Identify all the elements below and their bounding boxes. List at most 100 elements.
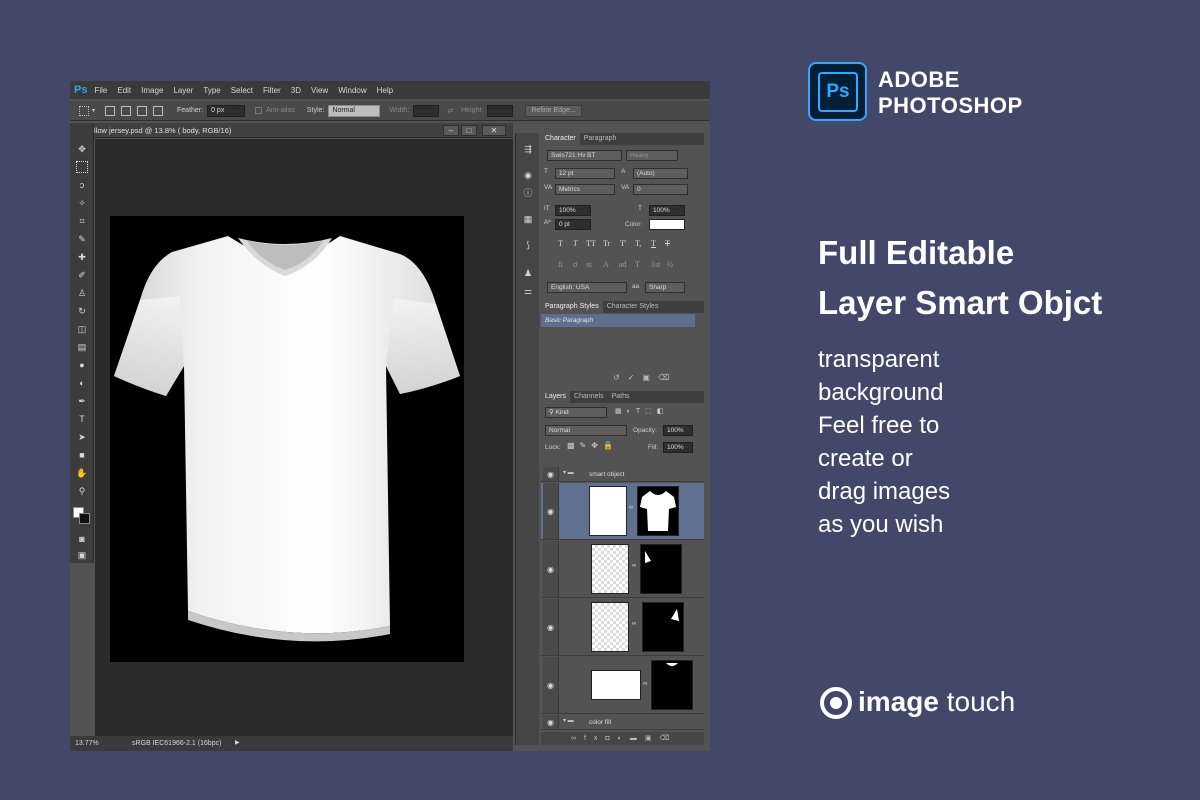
tab-paths[interactable]: Paths bbox=[608, 391, 634, 403]
subscript-button[interactable]: T, bbox=[635, 239, 641, 248]
layer-row-4[interactable]: ◉ ∞ bbox=[541, 657, 704, 714]
add-selection-icon[interactable] bbox=[121, 105, 132, 116]
paragraph-style-item[interactable]: Basic Paragraph bbox=[541, 314, 695, 327]
new-selection-icon[interactable] bbox=[105, 105, 116, 116]
hand-tool-icon[interactable]: ✋ bbox=[76, 467, 88, 479]
marquee-tool-icon[interactable] bbox=[76, 161, 88, 173]
ordinals-button[interactable]: 1st bbox=[651, 260, 660, 269]
properties-panel-icon[interactable]: ⚌ bbox=[522, 285, 534, 297]
subtract-selection-icon[interactable] bbox=[137, 105, 148, 116]
intersect-selection-icon[interactable] bbox=[153, 105, 164, 116]
menu-filter[interactable]: Filter bbox=[263, 86, 281, 95]
blur-tool-icon[interactable]: ● bbox=[76, 359, 88, 371]
maximize-button[interactable]: □ bbox=[461, 125, 477, 136]
eye-icon[interactable]: ◉ bbox=[543, 541, 559, 597]
faux-italic-button[interactable]: T bbox=[573, 239, 577, 248]
pen-tool-icon[interactable]: ✒ bbox=[76, 395, 88, 407]
menu-image[interactable]: Image bbox=[141, 86, 163, 95]
clone-source-icon[interactable]: ♟ bbox=[522, 267, 534, 279]
eye-icon[interactable]: ◉ bbox=[543, 467, 559, 481]
eye-icon[interactable]: ◉ bbox=[543, 483, 559, 539]
tab-channels[interactable]: Channels bbox=[570, 391, 608, 403]
brush-presets-icon[interactable]: ⟆ bbox=[522, 239, 534, 251]
blend-mode-select[interactable]: Normal bbox=[545, 425, 627, 436]
paragraph-styles-footer-icons[interactable]: ↺✓▣⌫ bbox=[613, 373, 677, 382]
clone-stamp-icon[interactable]: ♙ bbox=[76, 287, 88, 299]
ornaments-button[interactable]: T bbox=[635, 260, 640, 269]
history-panel-icon[interactable]: ⇶ bbox=[522, 143, 534, 155]
path-selection-icon[interactable]: ➤ bbox=[76, 431, 88, 443]
lasso-tool-icon[interactable]: ↄ bbox=[76, 179, 88, 191]
font-family-select[interactable]: Swis721 Hv BT bbox=[547, 150, 622, 161]
brush-tool-icon[interactable]: ✐ bbox=[76, 269, 88, 281]
tab-paragraph[interactable]: Paragraph bbox=[580, 133, 621, 145]
canvas[interactable] bbox=[110, 216, 464, 662]
tab-character[interactable]: Character bbox=[541, 133, 580, 145]
history-brush-icon[interactable]: ↻ bbox=[76, 305, 88, 317]
canvas-workspace[interactable] bbox=[95, 139, 513, 736]
swatches-panel-icon[interactable]: ▦ bbox=[522, 213, 534, 225]
layer-group-color-fill[interactable]: ◉ ▾ ▬ color fill bbox=[541, 715, 704, 730]
all-caps-button[interactable]: TT bbox=[586, 239, 596, 248]
baseline-shift-input[interactable]: 0 pt bbox=[555, 219, 591, 230]
small-caps-button[interactable]: Tr bbox=[603, 239, 610, 248]
fill-input[interactable]: 100% bbox=[663, 442, 693, 453]
rectangle-tool-icon[interactable]: ■ bbox=[76, 449, 88, 461]
adjustments-panel-icon[interactable]: ◉ bbox=[522, 169, 534, 181]
status-arrow-icon[interactable]: ▶ bbox=[235, 736, 240, 751]
opacity-input[interactable]: 100% bbox=[663, 425, 693, 436]
tab-character-styles[interactable]: Character Styles bbox=[603, 301, 663, 313]
crop-tool-icon[interactable]: ⌗ bbox=[76, 215, 88, 227]
zoom-tool-icon[interactable]: ⚲ bbox=[76, 485, 88, 497]
eye-icon[interactable]: ◉ bbox=[543, 657, 559, 713]
ligatures-button[interactable]: fi bbox=[558, 260, 563, 269]
menu-file[interactable]: File bbox=[94, 86, 107, 95]
contextual-alternates-button[interactable]: ad bbox=[619, 260, 627, 269]
marquee-tool-preset-icon[interactable] bbox=[79, 105, 89, 116]
font-size-select[interactable]: 12 pt bbox=[555, 168, 615, 179]
menu-select[interactable]: Select bbox=[231, 86, 253, 95]
layer-row-body[interactable]: ◉ ∞ bbox=[541, 483, 704, 540]
layer-filter-icons[interactable]: ▦◐T⬚◧ bbox=[615, 407, 668, 415]
height-input[interactable] bbox=[487, 104, 514, 117]
menu-view[interactable]: View bbox=[311, 86, 328, 95]
stylistic-alternates-button[interactable]: st bbox=[586, 260, 591, 269]
screen-mode-icon[interactable]: ▣ bbox=[76, 549, 88, 561]
eye-icon[interactable]: ◉ bbox=[543, 715, 559, 729]
eye-icon[interactable]: ◉ bbox=[543, 599, 559, 655]
lock-icons[interactable]: ▩✎✥🔒 bbox=[567, 441, 618, 450]
strikethrough-button[interactable]: T bbox=[665, 239, 670, 248]
feather-input[interactable]: 0 px bbox=[207, 104, 246, 117]
magic-wand-icon[interactable]: ✧ bbox=[76, 197, 88, 209]
minimize-button[interactable]: – bbox=[443, 125, 459, 136]
vertical-scale-input[interactable]: 100% bbox=[555, 205, 591, 216]
refine-edge-button[interactable]: Refine Edge... bbox=[525, 104, 582, 117]
width-input[interactable] bbox=[413, 104, 440, 117]
layers-footer-icons[interactable]: ∞fx◘◐▬▣⌫ bbox=[541, 732, 704, 745]
underline-button[interactable]: T bbox=[651, 239, 656, 248]
zoom-level[interactable]: 13.77% bbox=[75, 740, 99, 747]
menu-layer[interactable]: Layer bbox=[173, 86, 193, 95]
eyedropper-icon[interactable]: ✎ bbox=[76, 233, 88, 245]
swap-icon[interactable]: ⇄ bbox=[447, 107, 453, 115]
antialias-checkbox[interactable] bbox=[255, 107, 263, 114]
text-color-swatch[interactable] bbox=[649, 219, 685, 230]
font-style-select[interactable]: Heavy bbox=[626, 150, 678, 161]
menu-3d[interactable]: 3D bbox=[291, 86, 301, 95]
leading-select[interactable]: (Auto) bbox=[633, 168, 688, 179]
kerning-select[interactable]: Metrics bbox=[555, 184, 615, 195]
tab-layers[interactable]: Layers bbox=[541, 391, 571, 403]
tab-paragraph-styles[interactable]: Paragraph Styles bbox=[541, 301, 603, 313]
folder-icon[interactable]: ▾ ▬ bbox=[563, 469, 574, 476]
healing-brush-icon[interactable]: ✚ bbox=[76, 251, 88, 263]
type-tool-icon[interactable]: T bbox=[76, 413, 88, 425]
old-style-button[interactable]: ơ bbox=[573, 260, 577, 269]
menu-edit[interactable]: Edit bbox=[117, 86, 131, 95]
style-select[interactable]: Normal bbox=[328, 104, 381, 117]
gradient-icon[interactable]: ▤ bbox=[76, 341, 88, 353]
quick-mask-icon[interactable]: ◙ bbox=[76, 533, 88, 545]
titling-alternates-button[interactable]: A bbox=[603, 260, 609, 269]
dodge-tool-icon[interactable]: ◐ bbox=[76, 377, 88, 389]
background-color-swatch[interactable] bbox=[79, 513, 90, 524]
superscript-button[interactable]: T' bbox=[620, 239, 626, 248]
